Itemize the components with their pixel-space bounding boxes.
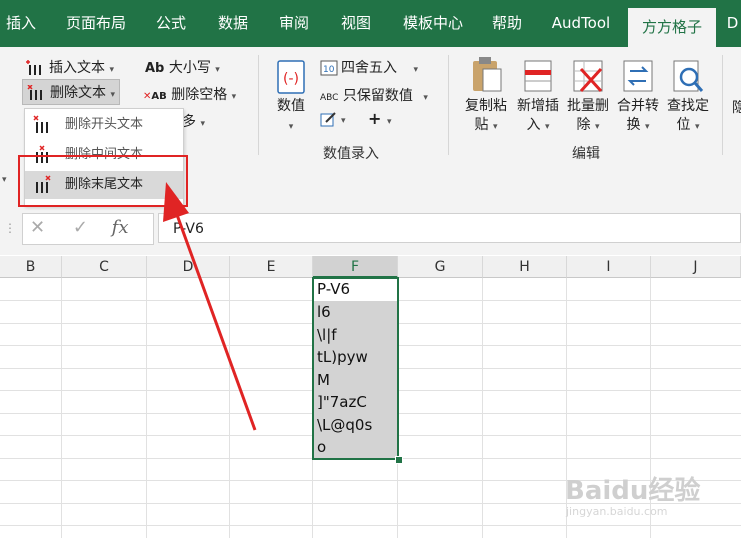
annotation-arrow-icon <box>163 182 257 431</box>
watermark-logo: Baidu经验 <box>565 476 701 506</box>
watermark-url: jingyan.baidu.com <box>566 505 668 518</box>
